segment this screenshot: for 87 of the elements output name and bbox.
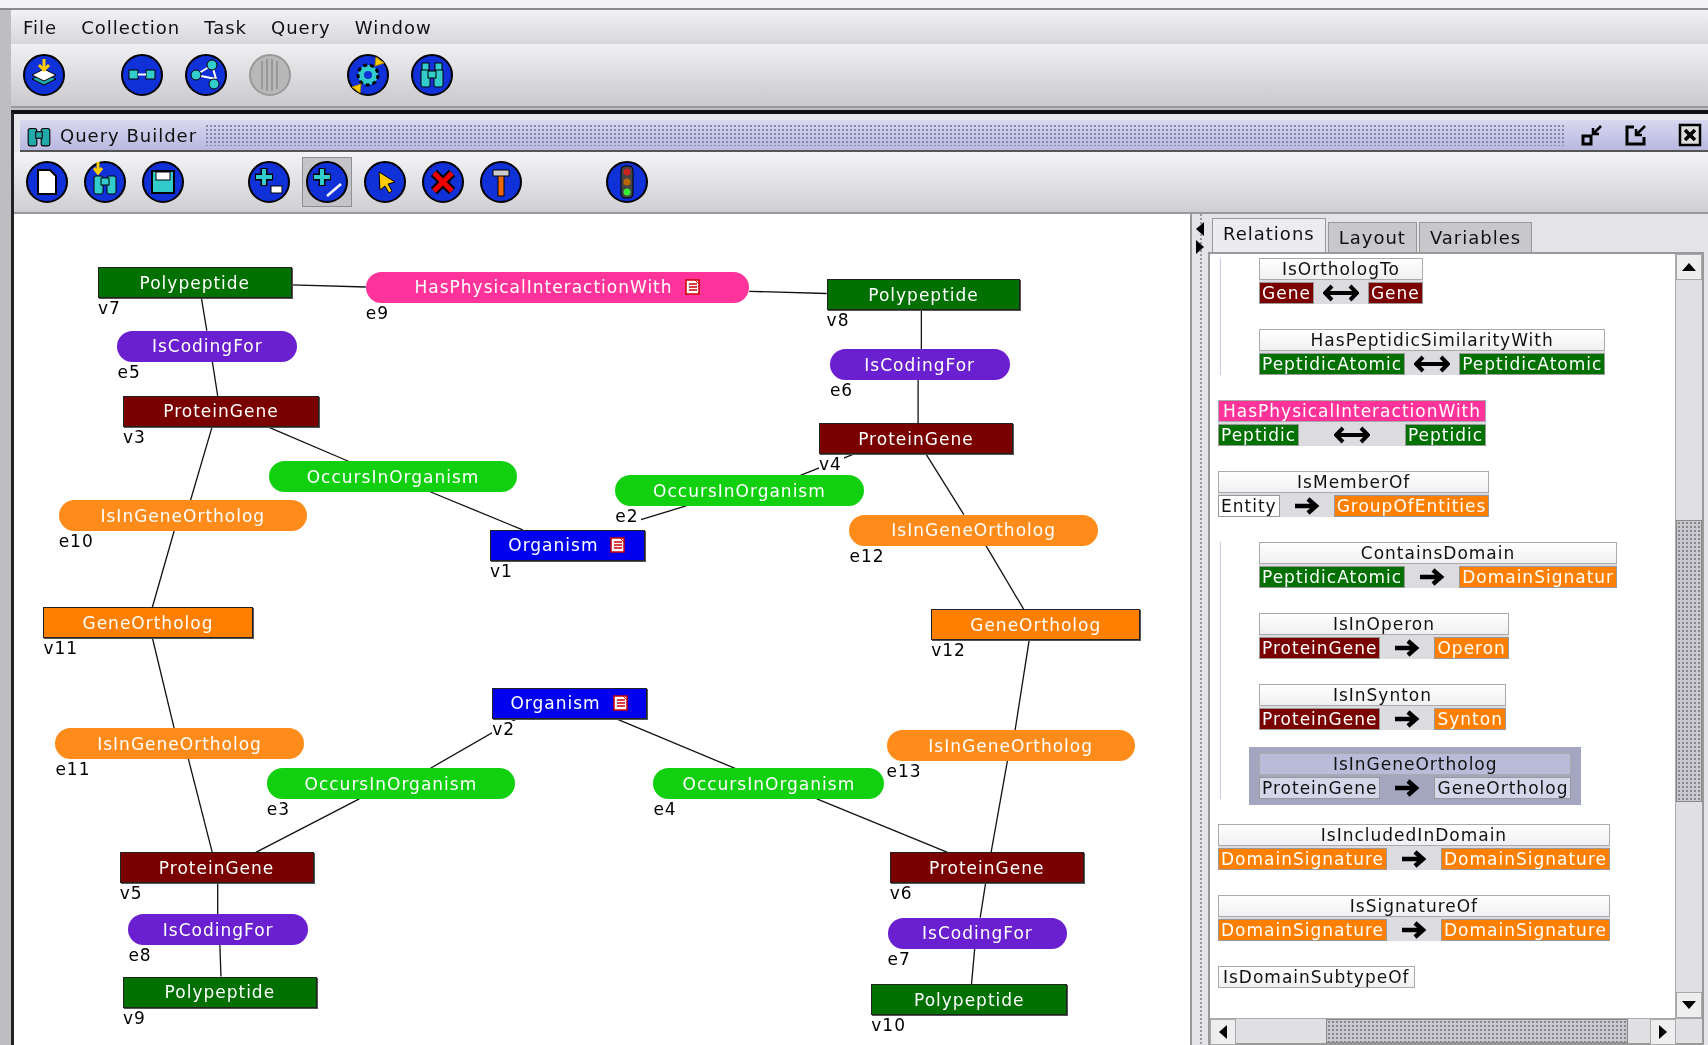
type-chip: ProteinGene bbox=[1259, 777, 1381, 799]
connector-line bbox=[217, 882, 219, 916]
type-chip: Synton bbox=[1434, 708, 1506, 730]
entity-node[interactable]: ProteinGene bbox=[119, 852, 314, 884]
horizontal-scrollbar[interactable] bbox=[1210, 1018, 1702, 1043]
connector-line bbox=[211, 360, 219, 397]
relation-card[interactable]: IsOrthologTo Gene Gene bbox=[1259, 258, 1423, 304]
relation-node[interactable]: IsCodingFor bbox=[887, 917, 1068, 949]
type-chip: Peptidic bbox=[1218, 424, 1300, 446]
add-edge-icon[interactable] bbox=[302, 157, 352, 207]
type-chip: Operon bbox=[1434, 637, 1509, 659]
menu-item[interactable]: File bbox=[11, 16, 70, 38]
menu-item[interactable]: Collection bbox=[69, 16, 193, 38]
connector-line bbox=[970, 947, 976, 985]
relation-name: IsIncludedInDomain bbox=[1218, 824, 1610, 846]
window-title: Query Builder bbox=[60, 124, 198, 146]
entity-node[interactable]: Polypeptide bbox=[826, 279, 1021, 311]
connector-line bbox=[979, 882, 987, 919]
connector-line bbox=[917, 378, 919, 424]
menu-item[interactable]: Task bbox=[192, 16, 260, 38]
type-chip: PeptidicAtomic bbox=[1259, 353, 1406, 375]
relation-name: IsInGeneOrtholog bbox=[1259, 753, 1572, 775]
relation-name: IsMemberOf bbox=[1218, 471, 1490, 493]
relation-node[interactable]: IsCodingFor bbox=[829, 349, 1010, 381]
entity-node[interactable]: Polypeptide bbox=[122, 976, 317, 1008]
type-chip: ProteinGene bbox=[1259, 637, 1381, 659]
connector-line bbox=[200, 297, 208, 332]
relation-card[interactable]: IsInOperon ProteinGene Operon bbox=[1259, 613, 1509, 659]
type-chip: Gene bbox=[1259, 282, 1314, 304]
relation-name: HasPeptidicSimilarityWith bbox=[1259, 329, 1606, 351]
note-icon[interactable] bbox=[612, 695, 629, 712]
panel-tab[interactable]: Layout bbox=[1327, 222, 1417, 252]
connector-line bbox=[920, 309, 923, 350]
collapse-left-icon[interactable] bbox=[1195, 222, 1205, 236]
type-chip: GeneOrtholog bbox=[1434, 777, 1572, 799]
type-chip: DomainSignatur bbox=[1459, 566, 1618, 588]
type-chip: Gene bbox=[1367, 282, 1423, 304]
note-icon[interactable] bbox=[684, 279, 701, 296]
entity-node[interactable]: Organism bbox=[490, 529, 645, 561]
note-icon[interactable] bbox=[610, 537, 627, 554]
relation-node[interactable]: IsCodingFor bbox=[128, 914, 309, 946]
type-chip: ProteinGene bbox=[1259, 708, 1381, 730]
relation-card[interactable]: IsSignatureOf DomainSignature DomainSignature bbox=[1218, 895, 1610, 941]
relation-card[interactable]: HasPeptidicSimilarityWith PeptidicAtomic PeptidicAtomic bbox=[1259, 329, 1606, 375]
scroll-right-icon[interactable] bbox=[1650, 1019, 1676, 1045]
entity-node[interactable]: Organism bbox=[492, 687, 647, 719]
type-chip: PeptidicAtomic bbox=[1259, 566, 1406, 588]
relation-name: HasPhysicalInteractionWith bbox=[1218, 400, 1487, 422]
relation-name[interactable]: IsDomainSubtypeOf bbox=[1218, 966, 1415, 988]
relation-name: IsSignatureOf bbox=[1218, 895, 1610, 917]
type-chip: DomainSignature bbox=[1441, 919, 1610, 941]
entity-node[interactable]: Polypeptide bbox=[97, 267, 292, 299]
menu-item[interactable]: Query bbox=[259, 16, 343, 38]
relation-card[interactable]: IsInSynton ProteinGene Synton bbox=[1259, 684, 1506, 730]
relation-card[interactable]: HasPhysicalInteractionWith Peptidic Peptidic bbox=[1218, 400, 1487, 446]
type-chip: DomainSignature bbox=[1218, 919, 1387, 941]
connector-line bbox=[219, 944, 222, 978]
relation-card[interactable]: IsIncludedInDomain DomainSignature DomainSignature bbox=[1218, 824, 1610, 870]
scroll-left-icon[interactable] bbox=[1210, 1019, 1236, 1045]
relation-card[interactable]: ContainsDomain PeptidicAtomic DomainSignatur bbox=[1259, 542, 1618, 588]
connector-line bbox=[925, 453, 965, 516]
type-chip: Peptidic bbox=[1404, 424, 1487, 446]
relation-name: IsInSynton bbox=[1259, 684, 1506, 706]
entity-node[interactable]: Polypeptide bbox=[871, 984, 1068, 1016]
entity-node[interactable]: ProteinGene bbox=[122, 395, 319, 427]
relation-card[interactable]: IsInGeneOrtholog ProteinGene GeneOrtholog bbox=[1249, 747, 1582, 805]
menu-item[interactable]: Window bbox=[342, 16, 444, 38]
relation-name: ContainsDomain bbox=[1259, 542, 1618, 564]
relation-card[interactable]: IsMemberOf Entity GroupOfEntities bbox=[1218, 471, 1490, 517]
connector-line bbox=[638, 505, 687, 521]
type-chip: DomainSignature bbox=[1441, 848, 1610, 870]
collapse-right-icon[interactable] bbox=[1195, 240, 1205, 254]
type-chip: GroupOfEntities bbox=[1333, 495, 1490, 517]
vertical-scrollbar[interactable] bbox=[1675, 254, 1702, 1018]
scroll-up-icon[interactable] bbox=[1676, 254, 1702, 280]
relation-name: IsInOperon bbox=[1259, 613, 1509, 635]
type-chip: DomainSignature bbox=[1218, 848, 1387, 870]
entity-node[interactable]: ProteinGene bbox=[818, 423, 1013, 455]
panel-tab[interactable]: Relations bbox=[1212, 218, 1326, 252]
panel-tab[interactable]: Variables bbox=[1418, 222, 1533, 252]
type-chip: Entity bbox=[1218, 495, 1280, 517]
relation-name: IsOrthologTo bbox=[1259, 258, 1423, 280]
entity-node[interactable]: ProteinGene bbox=[889, 852, 1084, 884]
scroll-down-icon[interactable] bbox=[1676, 992, 1702, 1018]
type-chip: PeptidicAtomic bbox=[1459, 353, 1606, 375]
connector-line bbox=[985, 544, 1025, 611]
relation-node[interactable]: IsCodingFor bbox=[117, 330, 298, 362]
